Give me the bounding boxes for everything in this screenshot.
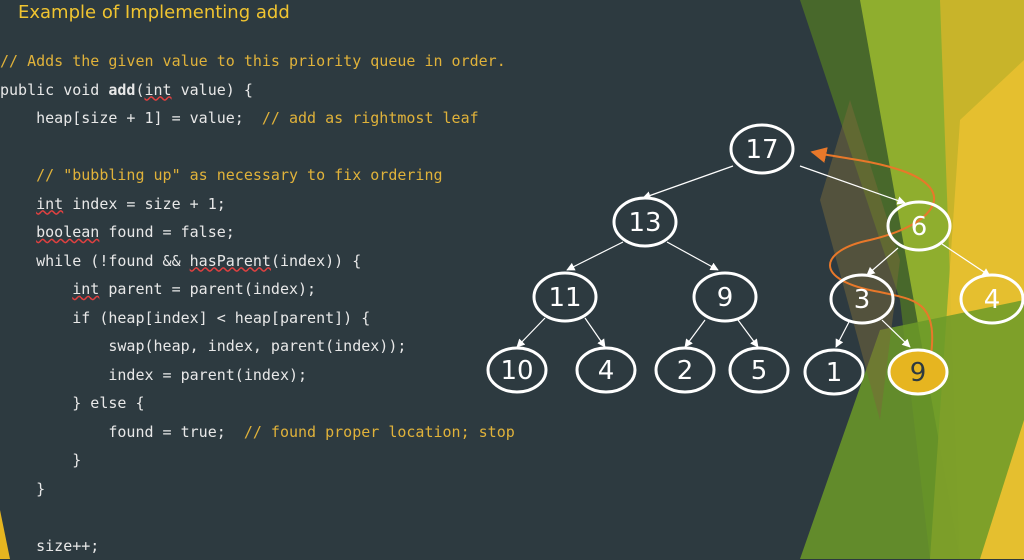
- heap-node-13: 13: [614, 198, 676, 246]
- heap-node-2-label: 2: [677, 356, 694, 386]
- edge-3-1: [836, 320, 850, 347]
- tree-nodes: 17 13 6 11 9 3 4 10: [488, 125, 1023, 394]
- edge-6-3: [867, 248, 898, 275]
- heap-node-4-left-label: 4: [598, 356, 615, 386]
- heap-node-9-inner: 9: [694, 273, 756, 321]
- heap-node-10: 10: [488, 348, 546, 392]
- heap-node-10-label: 10: [500, 356, 533, 386]
- edge-17-13: [643, 166, 733, 198]
- heap-node-1: 1: [805, 350, 863, 394]
- heap-node-6: 6: [888, 202, 950, 250]
- heap-node-3-label: 3: [854, 285, 871, 315]
- edge-11-10: [517, 318, 545, 347]
- heap-node-4-right-label: 4: [984, 285, 1001, 315]
- bubble-up-path: [812, 152, 934, 362]
- heap-node-17: 17: [731, 125, 793, 173]
- edge-3-9: [882, 320, 910, 347]
- heap-node-2: 2: [656, 348, 714, 392]
- edge-6-4: [942, 244, 990, 276]
- heap-node-9-new-leaf-label: 9: [910, 358, 927, 388]
- heap-node-5-label: 5: [751, 356, 768, 386]
- edge-11-4: [585, 318, 605, 347]
- tree-edges: [517, 166, 990, 347]
- bubble-up-arrow: [812, 152, 934, 362]
- heap-node-11-label: 11: [548, 283, 581, 313]
- heap-node-5: 5: [730, 348, 788, 392]
- heap-node-6-label: 6: [911, 212, 928, 242]
- edge-9-2: [685, 320, 705, 347]
- heap-node-1-label: 1: [826, 358, 843, 388]
- heap-node-13-label: 13: [628, 208, 661, 238]
- edge-9-5: [738, 320, 758, 347]
- heap-node-4-left: 4: [577, 348, 635, 392]
- heap-node-9-inner-label: 9: [717, 283, 734, 313]
- edge-17-6: [800, 166, 905, 203]
- heap-node-9-new-leaf: 9: [889, 350, 947, 394]
- heap-node-17-label: 17: [745, 135, 778, 165]
- heap-node-3: 3: [831, 275, 893, 323]
- edge-13-9: [667, 242, 718, 270]
- heap-node-11: 11: [534, 273, 596, 321]
- heap-tree-diagram: 17 13 6 11 9 3 4 10: [0, 0, 1024, 559]
- edge-13-11: [567, 242, 623, 270]
- heap-node-4-right: 4: [961, 275, 1023, 323]
